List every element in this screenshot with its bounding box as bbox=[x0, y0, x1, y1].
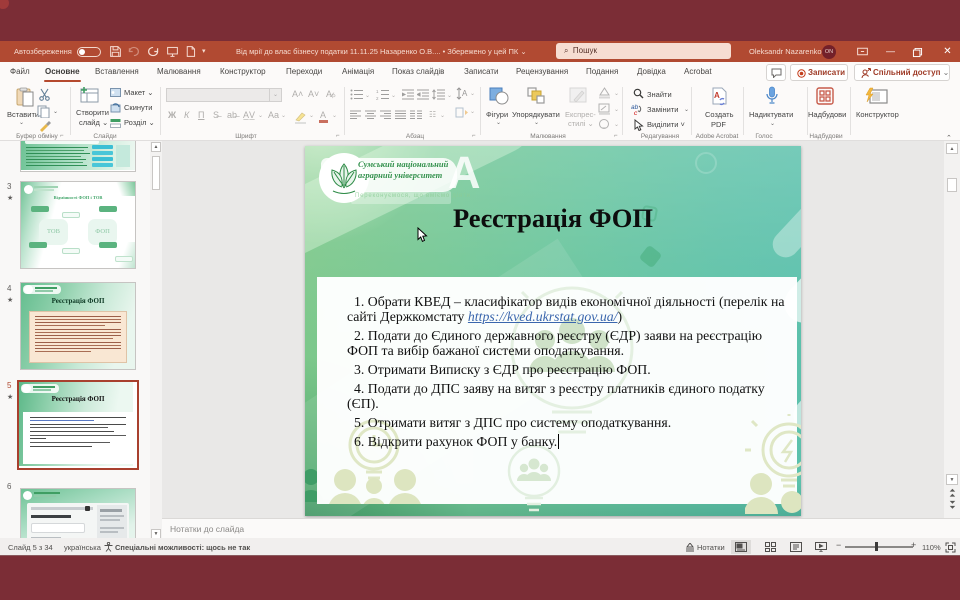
svg-text:A: A bbox=[714, 91, 720, 100]
svg-text:1: 1 bbox=[376, 89, 379, 94]
svg-text:A: A bbox=[462, 89, 468, 98]
svg-text:2: 2 bbox=[376, 96, 379, 100]
